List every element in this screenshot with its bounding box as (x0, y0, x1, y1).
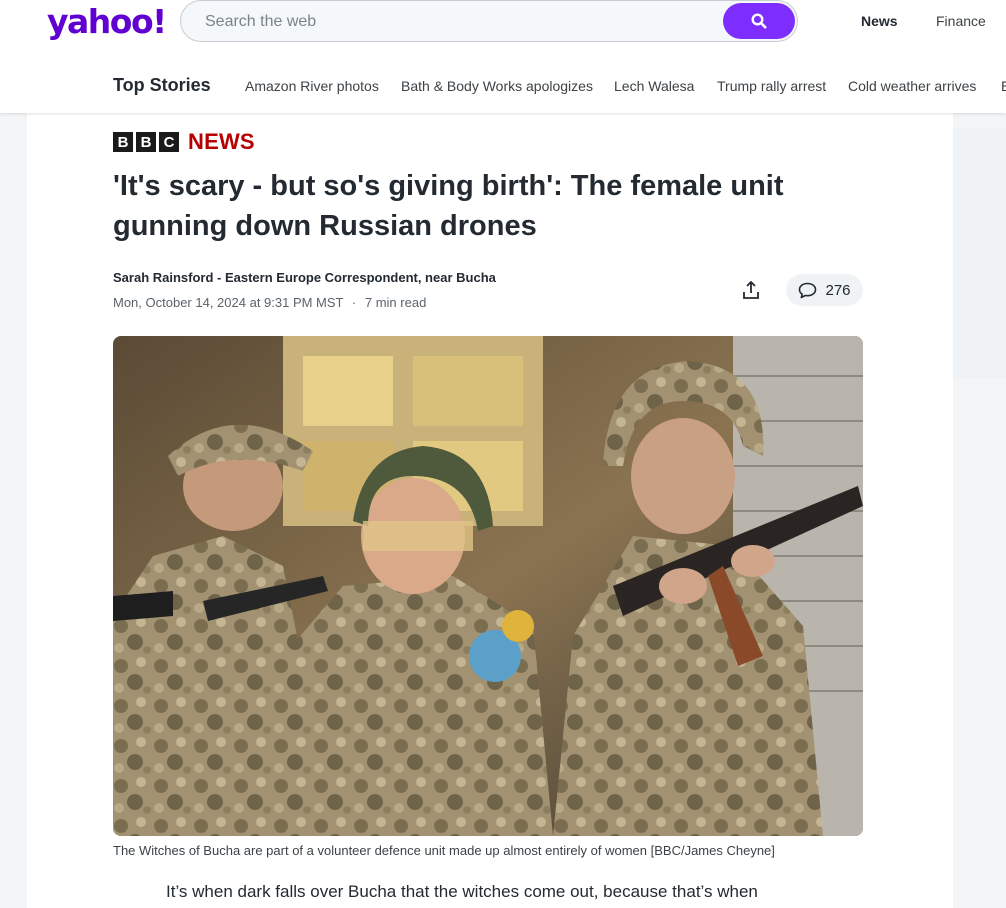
trending-link[interactable]: E (1001, 78, 1006, 94)
nav-news-link[interactable]: News (861, 13, 898, 29)
trending-link[interactable]: Lech Walesa (614, 78, 694, 94)
search-input[interactable] (205, 11, 705, 33)
article-byline: Sarah Rainsford - Eastern Europe Corresp… (113, 270, 496, 285)
search-icon (751, 13, 767, 29)
meta-separator: · (351, 295, 357, 310)
comments-button[interactable]: 276 (786, 274, 863, 306)
sidebar-card (953, 128, 1006, 378)
search-button[interactable] (723, 3, 795, 39)
source-logo-letter: C (159, 132, 179, 152)
yahoo-logo[interactable]: yahoo! (47, 2, 167, 41)
nav-finance-link[interactable]: Finance (936, 13, 986, 29)
source-logo[interactable]: B B C NEWS (113, 129, 255, 155)
photo-caption: The Witches of Bucha are part of a volun… (113, 843, 775, 858)
article-headline: 'It's scary - but so's giving birth': Th… (113, 170, 784, 242)
source-logo-news: NEWS (188, 129, 255, 154)
source-logo-letter: B (136, 132, 156, 152)
source-logo-letter: B (113, 132, 133, 152)
article-photo[interactable] (113, 336, 863, 836)
trending-link[interactable]: Bath & Body Works apologizes (401, 78, 593, 94)
comment-count: 276 (825, 281, 851, 299)
comment-icon (799, 282, 817, 298)
search-bar[interactable] (180, 0, 798, 42)
top-stories-label: Top Stories (113, 75, 211, 95)
article-paragraph: It’s when dark falls over Bucha that the… (166, 882, 758, 901)
soldiers-photo-illustration (113, 336, 863, 836)
article-meta: Mon, October 14, 2024 at 9:31 PM MST · 7… (113, 295, 426, 310)
page-gutter (0, 113, 27, 908)
article-date: Mon, October 14, 2024 at 9:31 PM MST (113, 295, 344, 310)
share-icon (743, 281, 759, 299)
article-read-time: 7 min read (364, 295, 427, 310)
trending-link[interactable]: Amazon River photos (245, 78, 379, 94)
top-stories-bar: Top Stories Amazon River photos Bath & B… (0, 75, 1006, 99)
site-header: yahoo! News Finance Top Stories Amazon R… (0, 0, 1006, 113)
trending-link[interactable]: Trump rally arrest (717, 78, 826, 94)
share-button[interactable] (733, 273, 769, 307)
trending-link[interactable]: Cold weather arrives (848, 78, 976, 94)
